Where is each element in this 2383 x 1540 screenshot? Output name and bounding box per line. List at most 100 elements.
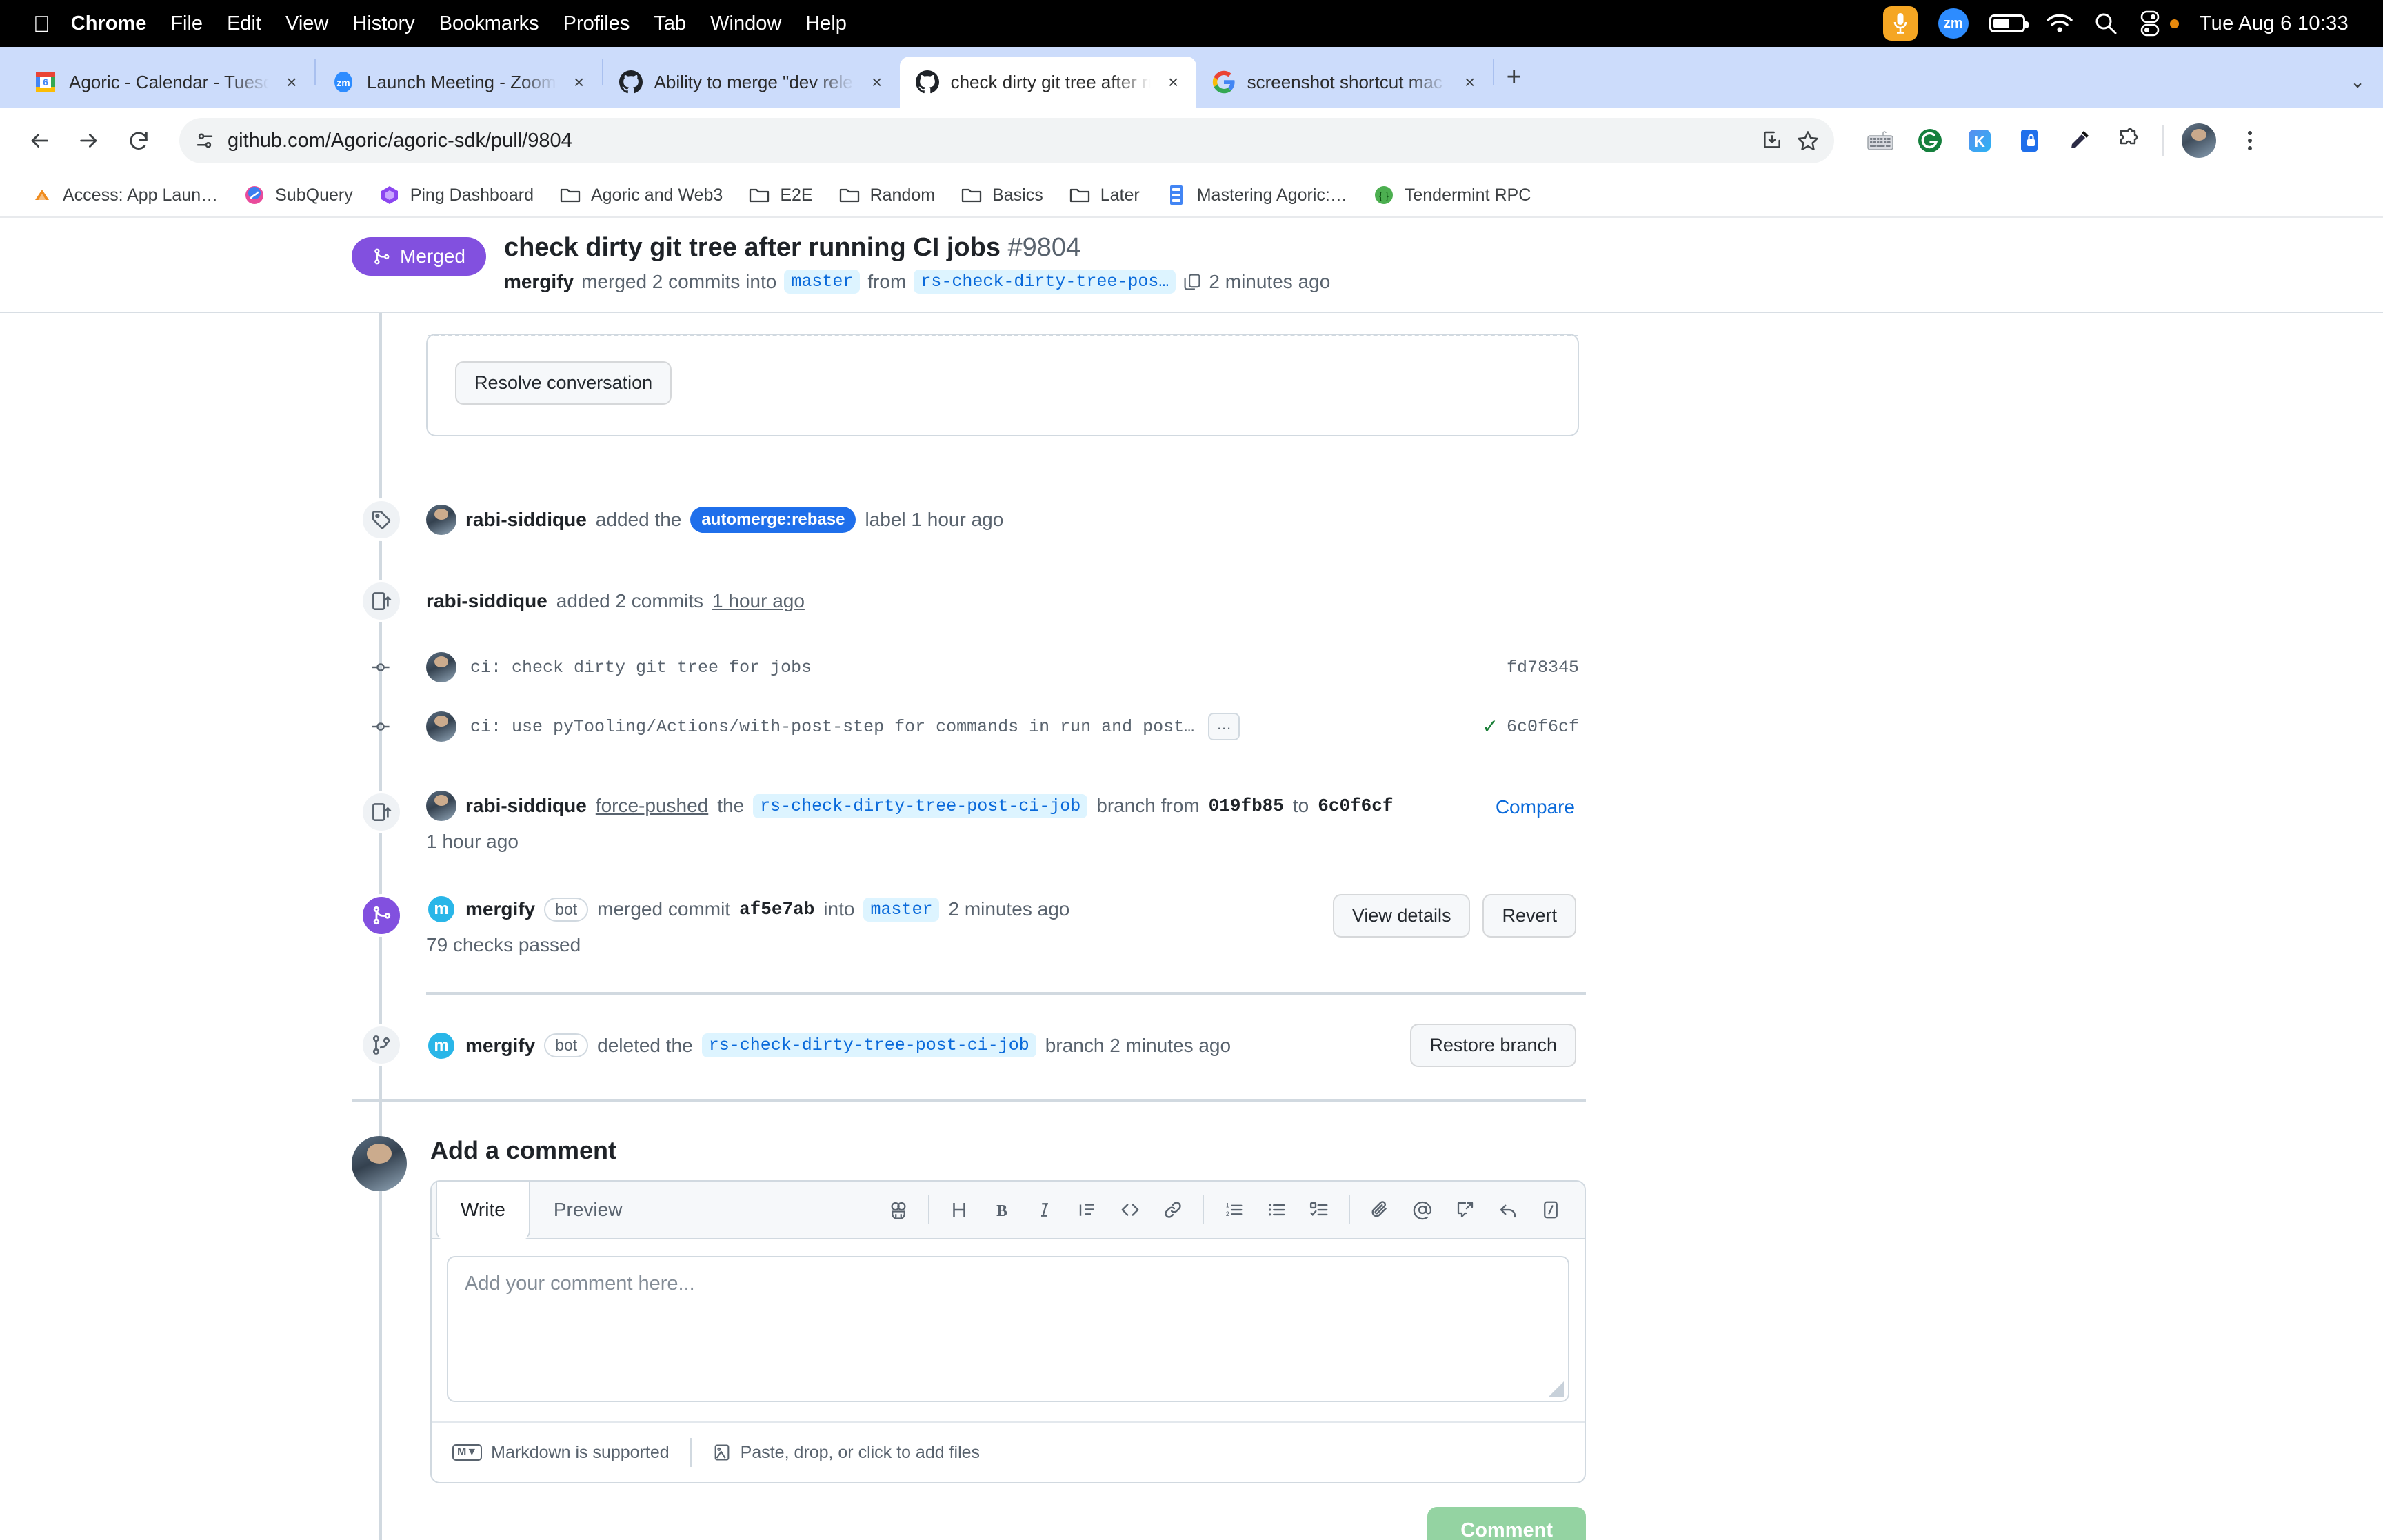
slash-command-icon[interactable] <box>1529 1188 1572 1231</box>
extensions-puzzle-icon[interactable] <box>2113 125 2144 156</box>
site-settings-icon[interactable] <box>194 130 215 151</box>
avatar[interactable] <box>426 652 456 682</box>
close-icon[interactable]: × <box>865 72 889 93</box>
commit-row[interactable]: ci: check dirty git tree for jobs fd7834… <box>352 642 1586 693</box>
zoom-app-icon[interactable]: zm <box>1938 8 1969 39</box>
bookmark-folder-agoric-web3[interactable]: Agoric and Web3 <box>546 183 735 207</box>
close-icon[interactable]: × <box>280 72 303 93</box>
chevron-down-icon[interactable]: ⌄ <box>2350 71 2365 92</box>
avatar[interactable] <box>426 505 456 535</box>
old-sha[interactable]: 019fb85 <box>1209 796 1284 816</box>
link-icon[interactable] <box>1152 1188 1194 1231</box>
task-list-icon[interactable] <box>1298 1188 1340 1231</box>
wifi-icon[interactable] <box>2046 13 2073 34</box>
code-icon[interactable] <box>1109 1188 1152 1231</box>
heading-icon[interactable] <box>938 1188 981 1231</box>
battery-icon[interactable] <box>1989 14 2029 32</box>
resolve-conversation-button[interactable]: Resolve conversation <box>455 361 672 405</box>
avatar[interactable] <box>426 791 456 821</box>
restore-branch-button[interactable]: Restore branch <box>1410 1024 1576 1067</box>
control-center-icon[interactable] <box>2138 10 2162 37</box>
unordered-list-icon[interactable] <box>1255 1188 1298 1231</box>
close-icon[interactable]: × <box>1458 72 1482 93</box>
menu-help[interactable]: Help <box>805 12 847 35</box>
branch-chip[interactable]: rs-check-dirty-tree-post-ci-job <box>701 1033 1036 1057</box>
avatar[interactable] <box>426 711 456 742</box>
menu-view[interactable]: View <box>285 12 328 35</box>
saved-reply-icon[interactable] <box>1444 1188 1487 1231</box>
new-tab-button[interactable]: + <box>1507 63 1522 92</box>
eyedropper-icon[interactable] <box>2063 125 2095 156</box>
attach-file-icon[interactable] <box>1358 1188 1401 1231</box>
spotlight-search-icon[interactable] <box>2094 12 2118 35</box>
reply-icon[interactable] <box>1487 1188 1529 1231</box>
avatar[interactable]: m <box>426 1030 456 1061</box>
menu-chrome[interactable]: Chrome <box>71 12 147 35</box>
commit-message[interactable]: ci: check dirty git tree for jobs <box>470 658 812 678</box>
user-avatar[interactable] <box>352 1136 407 1191</box>
event-user[interactable]: mergify <box>465 1035 535 1057</box>
mention-icon[interactable] <box>1401 1188 1444 1231</box>
italic-icon[interactable] <box>1023 1188 1066 1231</box>
menu-profiles[interactable]: Profiles <box>563 12 630 35</box>
compare-link[interactable]: Compare <box>1496 791 1586 818</box>
browser-tab-active-pr[interactable]: check dirty git tree after runn × <box>899 57 1196 108</box>
avatar[interactable]: m <box>426 894 456 924</box>
event-time-link[interactable]: 1 hour ago <box>712 590 805 612</box>
password-manager-icon[interactable] <box>2013 125 2045 156</box>
commit-sha[interactable]: fd78345 <box>1507 658 1586 678</box>
copy-icon[interactable] <box>1183 273 1201 291</box>
menu-edit[interactable]: Edit <box>227 12 261 35</box>
install-app-icon[interactable] <box>1761 130 1783 152</box>
bookmark-folder-later[interactable]: Later <box>1056 183 1152 207</box>
bookmark-folder-basics[interactable]: Basics <box>947 183 1056 207</box>
chrome-menu-icon[interactable] <box>2234 125 2266 156</box>
menu-history[interactable]: History <box>352 12 414 35</box>
browser-tab-zoom[interactable]: zm Launch Meeting - Zoom × <box>316 57 602 108</box>
bookmark-folder-e2e[interactable]: E2E <box>735 183 825 207</box>
event-user[interactable]: mergify <box>465 898 535 920</box>
profile-avatar[interactable] <box>2182 123 2216 158</box>
commit-sha-text[interactable]: 6c0f6cf <box>1507 717 1579 737</box>
event-user[interactable]: rabi-siddique <box>465 509 587 531</box>
forward-button[interactable] <box>68 119 110 162</box>
browser-tab-calendar[interactable]: 6 Agoric - Calendar - Tuesday, × <box>18 57 314 108</box>
event-user[interactable]: rabi-siddique <box>426 590 547 612</box>
base-branch-chip[interactable]: master <box>863 897 940 922</box>
back-button[interactable] <box>18 119 61 162</box>
bookmark-tendermint-rpc[interactable]: { } Tendermint RPC <box>1360 183 1543 207</box>
close-icon[interactable]: × <box>1162 72 1185 93</box>
bookmark-ping-dashboard[interactable]: Ping Dashboard <box>365 183 546 207</box>
browser-tab-github-dev-release[interactable]: Ability to merge "dev release" × <box>603 57 900 108</box>
menu-bookmarks[interactable]: Bookmarks <box>439 12 539 35</box>
expand-commit-message-button[interactable]: … <box>1208 713 1240 740</box>
address-bar[interactable]: github.com/Agoric/agoric-sdk/pull/9804 <box>179 118 1834 163</box>
reload-button[interactable] <box>117 119 160 162</box>
apple-icon[interactable]:  <box>33 12 50 35</box>
close-icon[interactable]: × <box>567 72 591 93</box>
check-success-icon[interactable]: ✓ <box>1482 715 1498 739</box>
quote-icon[interactable] <box>1066 1188 1109 1231</box>
commit-sha[interactable]: ✓ 6c0f6cf <box>1482 715 1587 739</box>
view-details-button[interactable]: View details <box>1332 894 1471 938</box>
bookmark-access-app[interactable]: Access: App Laun… <box>18 183 230 207</box>
bookmark-subquery[interactable]: SubQuery <box>230 183 365 207</box>
bold-icon[interactable]: B <box>981 1188 1023 1231</box>
menubar-clock[interactable]: Tue Aug 6 10:33 <box>2200 12 2349 35</box>
revert-button[interactable]: Revert <box>1482 894 1576 938</box>
pr-merge-actor[interactable]: mergify <box>504 271 574 293</box>
menu-file[interactable]: File <box>170 12 203 35</box>
browser-tab-google-search[interactable]: screenshot shortcut mac - G… × <box>1196 57 1493 108</box>
menu-window[interactable]: Window <box>710 12 781 35</box>
tab-write[interactable]: Write <box>436 1182 530 1239</box>
tab-preview[interactable]: Preview <box>530 1182 646 1238</box>
comment-input[interactable]: Add your comment here... <box>447 1256 1569 1402</box>
emoji-icon[interactable] <box>877 1188 920 1231</box>
commit-message[interactable]: ci: use pyTooling/Actions/with-post-step… <box>470 717 1194 737</box>
keyboard-icon[interactable] <box>1864 125 1896 156</box>
comment-submit-button[interactable]: Comment <box>1427 1507 1586 1540</box>
bookmark-folder-random[interactable]: Random <box>825 183 948 207</box>
grammarly-icon[interactable] <box>1914 125 1946 156</box>
menu-tab[interactable]: Tab <box>654 12 686 35</box>
new-sha[interactable]: 6c0f6cf <box>1318 796 1393 816</box>
